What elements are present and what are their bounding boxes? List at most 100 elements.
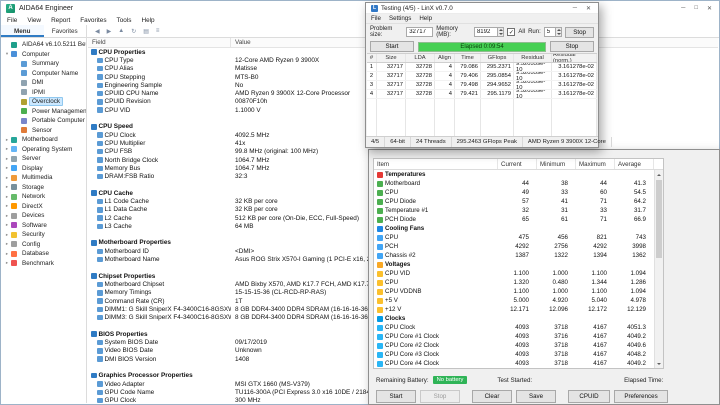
linx-column-header[interactable]: #	[367, 54, 377, 62]
menu-file[interactable]: File	[371, 15, 381, 22]
sensor-row[interactable]: CPU Core #4 Clock 4093 3718 4167 4049.2	[374, 359, 663, 368]
sidebar-item-directx[interactable]: ▸ DirectX	[1, 202, 86, 212]
sidebar-item-storage[interactable]: ▸ Storage	[1, 183, 86, 193]
preferences-button[interactable]: Preferences	[614, 390, 668, 403]
sensor-row[interactable]: Temperature #1 32 31 33 31.7	[374, 206, 663, 215]
linx-column-header[interactable]: Size	[377, 54, 406, 62]
sidebar-item-network[interactable]: ▸ Network	[1, 192, 86, 202]
cpuid-button[interactable]: CPUID	[568, 390, 610, 403]
linx-result-row[interactable]: 2 32717 32728 4 79.406 295.0854 9.520559e-10 3.…	[367, 72, 597, 81]
sidebar-item-devices[interactable]: ▸ Devices	[1, 211, 86, 221]
report-icon[interactable]: ▤	[143, 28, 149, 35]
column-minimum[interactable]: Minimum	[537, 159, 576, 169]
scroll-thumb[interactable]	[656, 180, 662, 258]
scroll-down-icon[interactable]	[655, 359, 663, 368]
sidebar-item-security[interactable]: ▸ Security	[1, 230, 86, 240]
run-input[interactable]	[543, 27, 556, 37]
column-maximum[interactable]: Maximum	[576, 159, 615, 169]
tab-favorites[interactable]: Favorites	[44, 25, 87, 37]
sidebar-item-ipmi[interactable]: IPMI	[1, 88, 86, 98]
column-header-value[interactable]: Value	[231, 39, 251, 46]
sensor-group-row[interactable]: Clocks	[374, 314, 663, 323]
minimize-icon[interactable]: ─	[573, 5, 577, 11]
sensor-group-row[interactable]: Temperatures	[374, 170, 663, 179]
column-current[interactable]: Current	[498, 159, 537, 169]
save-button[interactable]: Save	[516, 390, 556, 403]
sidebar-item-operating-system[interactable]: ▸ Operating System	[1, 145, 86, 155]
linx-column-header[interactable]: Time	[455, 54, 481, 62]
stop-button[interactable]: Stop	[420, 390, 460, 403]
back-icon[interactable]: ◀	[95, 28, 100, 35]
sidebar-item-dmi[interactable]: DMI	[1, 78, 86, 88]
sensor-row[interactable]: CPU VID 1.100 1.000 1.100 1.094	[374, 269, 663, 278]
memory-input[interactable]	[473, 27, 498, 37]
all-checkbox[interactable]: ✓	[507, 28, 516, 36]
forward-icon[interactable]: ▶	[107, 28, 112, 35]
maximize-icon[interactable]: □	[694, 5, 698, 11]
sidebar-item-aida64-v6-10-5211-beta[interactable]: AIDA64 v6.10.5211 Beta	[1, 40, 86, 50]
run-spinner[interactable]	[555, 27, 563, 37]
tools-icon[interactable]: ≡	[156, 28, 160, 34]
sidebar-item-computer[interactable]: ▾ Computer	[1, 50, 86, 60]
sidebar-item-motherboard[interactable]: ▸ Motherboard	[1, 135, 86, 145]
menu-view[interactable]: View	[27, 17, 41, 24]
column-header-field[interactable]: Field	[88, 38, 231, 47]
sidebar-item-display[interactable]: ▸ Display	[1, 164, 86, 174]
sensor-row[interactable]: PCH Diode 65 61 71 66.9	[374, 215, 663, 224]
sidebar-item-computer-name[interactable]: Computer Name	[1, 69, 86, 79]
sensor-row[interactable]: Motherboard 44 38 44 41.3	[374, 179, 663, 188]
menu-report[interactable]: Report	[51, 17, 70, 24]
sensor-group-row[interactable]: Cooling Fans	[374, 224, 663, 233]
sensor-row[interactable]: CPU 1.320 0.480 1.344 1.286	[374, 278, 663, 287]
minimize-icon[interactable]: ─	[681, 5, 685, 11]
linx-stop-button[interactable]: Stop	[550, 41, 594, 52]
up-icon[interactable]: ▲	[118, 28, 124, 34]
linx-result-row[interactable]: 3 32717 32728 4 79.498 294.9652 9.520559e-10 3.…	[367, 81, 597, 90]
sidebar-item-portable-computer[interactable]: Portable Computer	[1, 116, 86, 126]
column-average[interactable]: Average	[615, 159, 654, 169]
sidebar-item-summary[interactable]: Summary	[1, 59, 86, 69]
sidebar-item-config[interactable]: ▸ Config	[1, 240, 86, 250]
sidebar-item-overclock[interactable]: Overclock	[1, 97, 86, 107]
linx-column-header[interactable]: LDA	[406, 54, 435, 62]
sensor-row[interactable]: +5 V 5.000 4.920 5.040 4.978	[374, 296, 663, 305]
sidebar-item-server[interactable]: ▸ Server	[1, 154, 86, 164]
start-button[interactable]: Start	[376, 390, 416, 403]
menu-file[interactable]: File	[7, 17, 17, 24]
sidebar-item-database[interactable]: ▸ Database	[1, 249, 86, 259]
scroll-up-icon[interactable]	[655, 170, 663, 179]
memory-spinner[interactable]	[497, 27, 505, 37]
sensor-row[interactable]: CPU Core #1 Clock 4093 3716 4167 4049.2	[374, 332, 663, 341]
sensor-row[interactable]: CPU Diode 57 41 71 64.2	[374, 197, 663, 206]
sidebar-item-sensor[interactable]: Sensor	[1, 126, 86, 136]
menu-tools[interactable]: Tools	[117, 17, 132, 24]
menu-help[interactable]: Help	[141, 17, 154, 24]
menu-favorites[interactable]: Favorites	[80, 17, 106, 24]
sensor-row[interactable]: CPU Clock 4093 3718 4167 4051.3	[374, 323, 663, 332]
sensor-row[interactable]: Chassis #2 1387 1322 1394 1362	[374, 251, 663, 260]
linx-column-header[interactable]: GFlops	[481, 54, 514, 62]
linx-titlebar[interactable]: L Testing (4/5) - LinX v0.7.0 ─ ✕	[366, 3, 598, 14]
linx-column-header[interactable]: Residual (norm.)	[552, 54, 597, 62]
sensor-row[interactable]: CPU 475 456 821 743	[374, 233, 663, 242]
sensor-row[interactable]: CPU Core #3 Clock 4093 3718 4167 4048.2	[374, 350, 663, 359]
close-icon[interactable]: ✕	[586, 5, 591, 12]
menu-settings[interactable]: Settings	[389, 15, 411, 22]
sensor-row[interactable]: CPU 49 33 60 54.5	[374, 188, 663, 197]
sidebar-item-power-management[interactable]: Power Management	[1, 107, 86, 117]
sensor-row[interactable]: PCH 4292 2756 4292 3998	[374, 242, 663, 251]
tab-menu[interactable]: Menu	[1, 25, 44, 37]
sensor-row[interactable]: CPU VDDNB 1.100 1.000 1.100 1.094	[374, 287, 663, 296]
sidebar-item-software[interactable]: ▸ Software	[1, 221, 86, 231]
close-icon[interactable]: ✕	[707, 5, 712, 12]
sidebar-item-multimedia[interactable]: ▸ Multimedia	[1, 173, 86, 183]
linx-result-row[interactable]: 1 32717 32728 4 79.086 295.2371 9.520559e-10 3.…	[367, 63, 597, 72]
aida64-titlebar[interactable]: A AIDA64 Engineer ─ □ ✕	[1, 1, 719, 15]
sensor-row[interactable]: +12 V 12.171 12.096 12.172 12.129	[374, 305, 663, 314]
linx-result-row[interactable]: 4 32717 32728 4 79.421 295.1179 9.520559e-10 3.…	[367, 90, 597, 99]
stop-small-button[interactable]: Stop	[565, 26, 594, 38]
sidebar-item-benchmark[interactable]: ▸ Benchmark	[1, 259, 86, 269]
column-item[interactable]: Item	[374, 159, 498, 169]
linx-column-header[interactable]: Align	[435, 54, 455, 62]
linx-column-header[interactable]: Residual	[514, 54, 552, 62]
